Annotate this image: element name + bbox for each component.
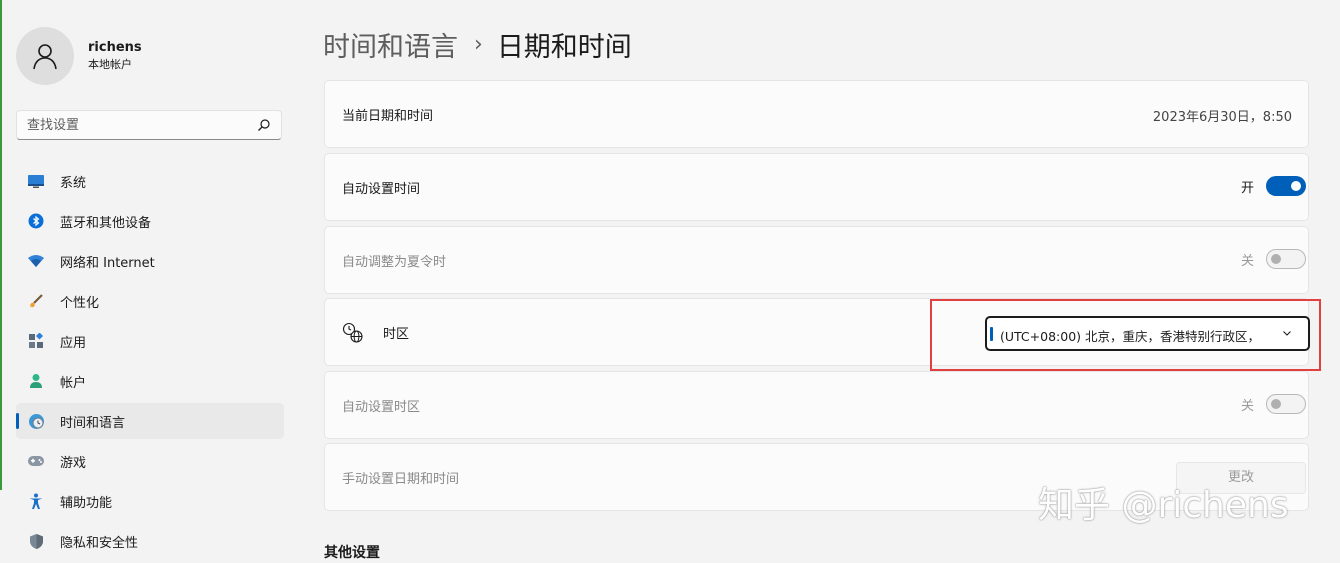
sidebar-item-label: 游戏 — [60, 455, 87, 471]
auto-timezone-state: 关 — [1240, 398, 1254, 414]
globe-clock-icon — [342, 322, 363, 343]
auto-dst-label: 自动调整为夏令时 — [342, 255, 447, 270]
sidebar: richens 本地帐户 系统 蓝牙和其他设备 网络和 Intern — [0, 0, 300, 558]
watermark: 知乎 @richens — [1038, 485, 1289, 526]
manual-datetime-label: 手动设置日期和时间 — [342, 472, 460, 487]
auto-time-toggle[interactable] — [1266, 176, 1306, 196]
profile-account-type: 本地帐户 — [88, 58, 132, 71]
sidebar-item-label: 网络和 Internet — [60, 255, 155, 271]
avatar — [16, 27, 74, 85]
breadcrumb: 时间和语言 › 日期和时间 — [323, 24, 632, 64]
sidebar-item-time-language[interactable]: 时间和语言 — [16, 403, 284, 439]
shield-icon — [27, 532, 45, 550]
accessibility-icon — [27, 492, 45, 510]
sidebar-item-label: 隐私和安全性 — [60, 535, 139, 551]
auto-dst-toggle — [1266, 249, 1306, 269]
account-icon — [27, 372, 45, 390]
other-settings-heading: 其他设置 — [324, 545, 380, 561]
auto-time-card: 自动设置时间 开 — [324, 153, 1309, 221]
wifi-icon — [27, 252, 45, 270]
auto-timezone-card: 自动设置时区 关 — [324, 371, 1309, 439]
timezone-selected-value: (UTC+08:00) 北京，重庆，香港特别行政区， — [1000, 329, 1261, 344]
sidebar-item-bluetooth[interactable]: 蓝牙和其他设备 — [16, 203, 284, 239]
search-icon[interactable] — [257, 118, 271, 132]
current-datetime-value: 2023年6月30日，8:50 — [1152, 110, 1292, 125]
sidebar-item-label: 个性化 — [60, 295, 100, 311]
sidebar-item-accessibility[interactable]: 辅助功能 — [16, 483, 284, 519]
sidebar-item-personalization[interactable]: 个性化 — [16, 283, 284, 319]
chevron-down-icon — [1283, 331, 1291, 336]
current-datetime-label: 当前日期和时间 — [342, 109, 434, 124]
auto-timezone-toggle — [1266, 394, 1306, 414]
sidebar-item-label: 辅助功能 — [60, 495, 113, 511]
globe-clock-icon — [27, 412, 45, 430]
auto-dst-card: 自动调整为夏令时 关 — [324, 226, 1309, 294]
sidebar-item-label: 蓝牙和其他设备 — [60, 215, 152, 231]
sidebar-item-apps[interactable]: 应用 — [16, 323, 284, 359]
monitor-icon — [27, 172, 45, 190]
sidebar-item-gaming[interactable]: 游戏 — [16, 443, 284, 479]
user-profile[interactable]: richens 本地帐户 — [16, 26, 142, 86]
auto-timezone-label: 自动设置时区 — [342, 400, 421, 415]
sidebar-item-label: 帐户 — [60, 375, 87, 391]
auto-dst-state: 关 — [1240, 253, 1254, 269]
person-icon — [33, 44, 57, 70]
sidebar-item-system[interactable]: 系统 — [16, 163, 284, 199]
timezone-label: 时区 — [383, 327, 410, 342]
search-input[interactable] — [27, 116, 247, 134]
auto-time-state: 开 — [1240, 180, 1254, 196]
sidebar-item-network[interactable]: 网络和 Internet — [16, 243, 284, 279]
sidebar-item-label: 应用 — [60, 335, 87, 351]
gamepad-icon — [27, 452, 45, 470]
sidebar-item-privacy[interactable]: 隐私和安全性 — [16, 523, 284, 559]
breadcrumb-separator: › — [474, 31, 483, 57]
page-title: 日期和时间 — [496, 31, 632, 63]
brush-icon — [27, 292, 45, 310]
search-box[interactable] — [16, 110, 282, 140]
timezone-dropdown[interactable]: (UTC+08:00) 北京，重庆，香港特别行政区， — [985, 316, 1310, 351]
current-datetime-card: 当前日期和时间 2023年6月30日，8:50 — [324, 80, 1309, 148]
sidebar-nav: 系统 蓝牙和其他设备 网络和 Internet 个性化 应用 帐户 时间和语言 … — [16, 163, 284, 563]
bluetooth-icon — [27, 212, 45, 230]
sidebar-item-label: 时间和语言 — [60, 415, 126, 431]
auto-time-label: 自动设置时间 — [342, 182, 421, 197]
apps-icon — [27, 332, 45, 350]
sidebar-item-label: 系统 — [60, 175, 87, 191]
sidebar-item-accounts[interactable]: 帐户 — [16, 363, 284, 399]
breadcrumb-parent[interactable]: 时间和语言 — [323, 25, 458, 64]
profile-name: richens — [88, 40, 142, 55]
